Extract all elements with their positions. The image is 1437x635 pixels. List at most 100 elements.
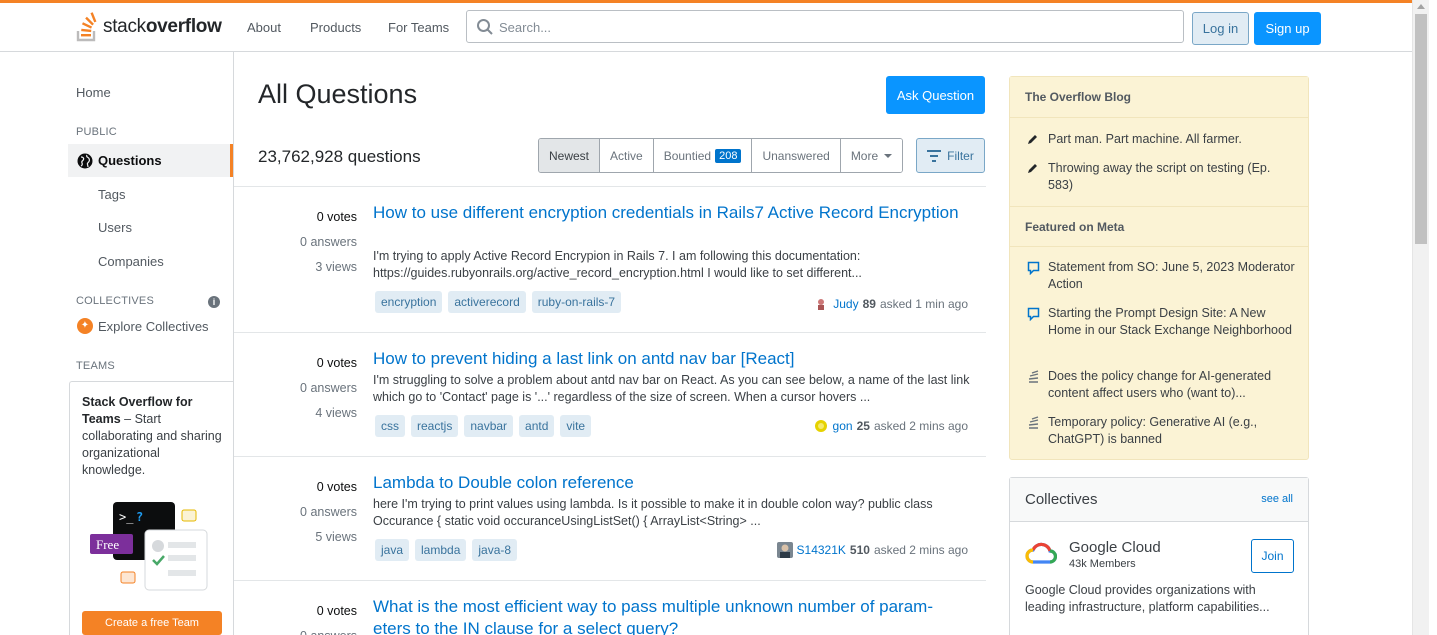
question-excerpt: I'm trying to apply Active Record Encryp… bbox=[373, 249, 862, 280]
nav-about[interactable]: About bbox=[247, 20, 281, 35]
search-input[interactable] bbox=[499, 17, 1159, 37]
tab-bountied[interactable]: Bountied 208 bbox=[653, 139, 753, 172]
tag-list: java lambda java-8 bbox=[375, 539, 518, 561]
sort-tabs: Newest Active Bountied 208 Unanswered Mor… bbox=[538, 138, 904, 173]
tag[interactable]: activerecord bbox=[448, 291, 526, 313]
question-stats: 0 votes 0 answers 4 views bbox=[300, 351, 357, 426]
ask-question-button[interactable]: Ask Question bbox=[886, 76, 985, 114]
collective-name[interactable]: Google Cloud bbox=[1069, 539, 1161, 556]
sidebar-item-tags[interactable]: Tags bbox=[98, 187, 125, 202]
avatar[interactable] bbox=[812, 418, 829, 434]
search-box[interactable] bbox=[466, 10, 1184, 43]
tag[interactable]: java-8 bbox=[472, 539, 518, 561]
stack-overflow-logo-icon bbox=[76, 12, 100, 42]
scroll-up-arrow-icon[interactable] bbox=[1417, 4, 1425, 9]
user-name-link[interactable]: S14321K bbox=[797, 543, 846, 557]
tag[interactable]: reactjs bbox=[411, 415, 459, 437]
vote-count: 0 votes bbox=[316, 210, 357, 224]
see-all-link[interactable]: see all bbox=[1261, 493, 1293, 505]
free-badge: Free bbox=[96, 537, 120, 552]
svg-text:?: ? bbox=[136, 510, 143, 524]
chat-bubble-icon bbox=[1027, 307, 1040, 321]
question-title-link[interactable]: How to prevent hiding a last link on ant… bbox=[373, 348, 973, 370]
info-icon[interactable]: i bbox=[208, 296, 220, 308]
vote-count: 0 votes bbox=[316, 356, 357, 370]
google-cloud-logo-icon[interactable] bbox=[1025, 539, 1057, 571]
view-count: 5 views bbox=[315, 530, 357, 544]
tab-newest[interactable]: Newest bbox=[539, 139, 601, 172]
question-summary: 0 votes 0 answers 5 views Lambda to Doub… bbox=[234, 457, 986, 581]
question-title-link[interactable]: Lambda to Double colon reference bbox=[373, 472, 973, 494]
nav-for-teams[interactable]: For Teams bbox=[388, 20, 449, 35]
svg-text:>_: >_ bbox=[119, 510, 134, 524]
sidebar-item-companies[interactable]: Companies bbox=[98, 254, 164, 269]
login-button[interactable]: Log in bbox=[1192, 12, 1249, 45]
signup-button[interactable]: Sign up bbox=[1254, 12, 1321, 45]
tab-more[interactable]: More bbox=[840, 139, 903, 172]
top-bar: stackoverflow About Products For Teams L… bbox=[0, 0, 1412, 52]
user-card: Judy 89 asked 1 min ago bbox=[813, 296, 968, 312]
question-summary: 0 votes 0 answers 4 views How to prevent… bbox=[234, 333, 986, 457]
tag[interactable]: lambda bbox=[415, 539, 467, 561]
meta-item[interactable]: Starting the Prompt Design Site: A New H… bbox=[1027, 305, 1298, 339]
tag[interactable]: antd bbox=[519, 415, 555, 437]
reputation-score: 89 bbox=[862, 297, 876, 311]
chevron-down-icon bbox=[884, 153, 893, 158]
scroll-thumb[interactable] bbox=[1415, 14, 1427, 244]
featured-meta-title: Featured on Meta bbox=[1010, 206, 1308, 247]
collective-members: 43k Members bbox=[1069, 558, 1136, 570]
collectives-title: Collectives bbox=[1025, 491, 1098, 508]
tag-list: encryption activerecord ruby-on-rails-7 bbox=[375, 291, 622, 313]
tag[interactable]: ruby-on-rails-7 bbox=[531, 291, 622, 313]
teams-promo: Stack Overflow for Teams – Start collabo… bbox=[69, 381, 234, 635]
tag[interactable]: navbar bbox=[464, 415, 514, 437]
meta-item[interactable]: Statement from SO: June 5, 2023 Moderato… bbox=[1027, 259, 1298, 293]
meta-item[interactable]: Temporary policy: Generative AI (e.g., C… bbox=[1028, 414, 1298, 448]
tab-active[interactable]: Active bbox=[600, 139, 654, 172]
nav-products[interactable]: Products bbox=[310, 20, 361, 35]
question-stats: 0 votes 0 answers 5 views bbox=[300, 475, 357, 550]
tab-unanswered[interactable]: Unanswered bbox=[752, 139, 841, 172]
tag[interactable]: css bbox=[375, 415, 405, 437]
blog-item[interactable]: Throwing away the script on testing (Ep.… bbox=[1028, 160, 1298, 194]
join-button[interactable]: Join bbox=[1251, 539, 1294, 573]
asked-time: asked 2 mins ago bbox=[873, 543, 968, 557]
bounty-count-badge: 208 bbox=[715, 148, 742, 163]
page-scrollbar[interactable] bbox=[1412, 0, 1429, 635]
sidebar-item-questions[interactable]: Questions bbox=[68, 144, 233, 177]
blog-item[interactable]: Part man. Part machine. All farmer. bbox=[1028, 131, 1298, 148]
answer-count: 0 answers bbox=[300, 381, 357, 395]
create-team-button[interactable]: Create a free Team bbox=[82, 611, 222, 635]
meta-item[interactable]: Does the policy change for AI-generated … bbox=[1028, 368, 1298, 402]
question-summary: 0 votes 0 answers What is the most effic… bbox=[234, 581, 986, 635]
question-list: 0 votes 0 answers 3 views How to use dif… bbox=[234, 186, 986, 635]
tag[interactable]: java bbox=[375, 539, 410, 561]
collective-description: Google Cloud provides organizations with… bbox=[1025, 583, 1270, 614]
tag[interactable]: encryption bbox=[375, 291, 443, 313]
sidebar-item-home[interactable]: Home bbox=[76, 85, 111, 100]
stack-exchange-icon bbox=[1028, 370, 1039, 383]
search-icon bbox=[477, 19, 493, 35]
avatar[interactable] bbox=[813, 296, 830, 312]
answer-count: 0 answers bbox=[300, 624, 357, 635]
filter-button[interactable]: Filter bbox=[916, 138, 985, 173]
section-label-teams: TEAMS bbox=[76, 360, 115, 372]
avatar[interactable] bbox=[776, 542, 793, 558]
left-sidebar: Home PUBLIC Questions Tags Users Compani… bbox=[68, 52, 234, 635]
reputation-score: 510 bbox=[849, 543, 870, 557]
question-summary: 0 votes 0 answers 3 views How to use dif… bbox=[234, 187, 986, 333]
tag[interactable]: vite bbox=[560, 415, 592, 437]
collectives-widget: Collectives see all Google Cloud 43k Mem… bbox=[1009, 477, 1309, 635]
blog-title: The Overflow Blog bbox=[1010, 77, 1308, 118]
sidebar-item-users[interactable]: Users bbox=[98, 220, 132, 235]
question-stats: 0 votes 0 answers bbox=[300, 599, 357, 635]
user-name-link[interactable]: Judy bbox=[833, 297, 858, 311]
view-count: 4 views bbox=[315, 406, 357, 420]
question-title-link[interactable]: How to use different encryption credenti… bbox=[373, 202, 973, 224]
sidebar-item-label: Questions bbox=[98, 153, 162, 168]
view-count: 3 views bbox=[315, 260, 357, 274]
sidebar-item-explore-collectives[interactable]: ✦ Explore Collectives bbox=[77, 318, 209, 334]
question-title-link[interactable]: What is the most efficient way to pass m… bbox=[373, 596, 973, 635]
user-name-link[interactable]: gon bbox=[833, 419, 853, 433]
site-logo[interactable]: stackoverflow bbox=[76, 9, 222, 45]
